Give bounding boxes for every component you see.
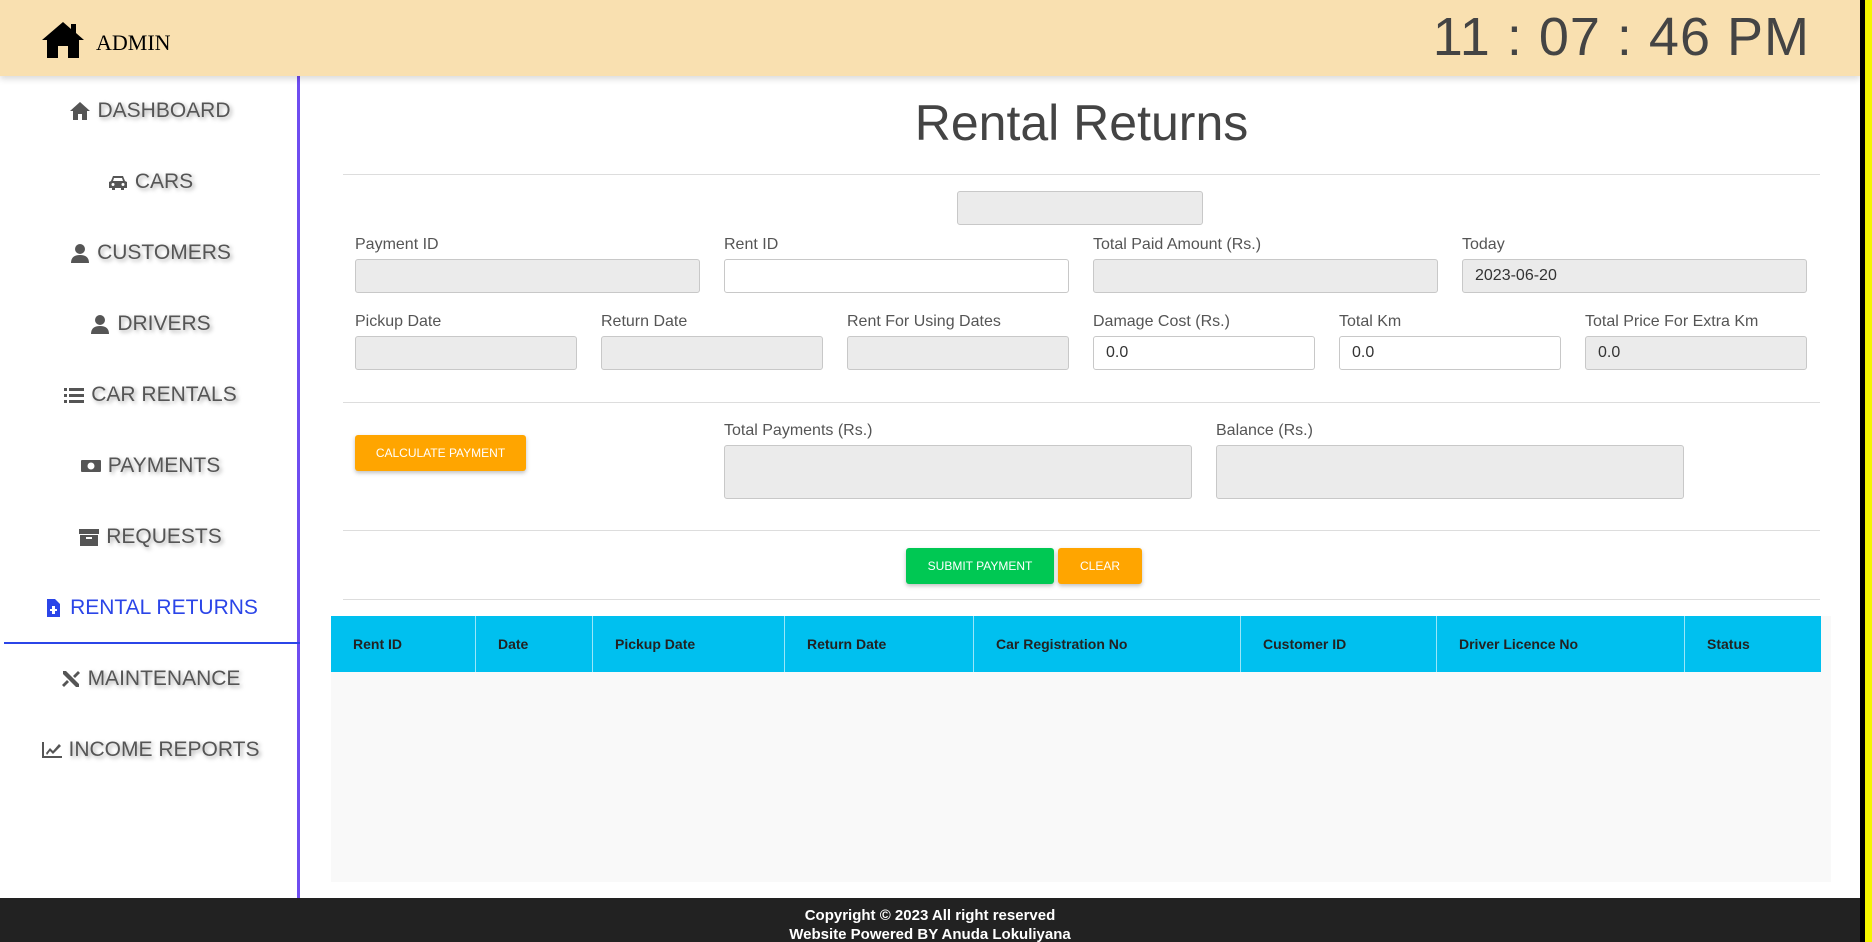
pickup-date-field[interactable] [355,336,577,370]
sidebar-item-label: CUSTOMERS [97,241,231,264]
total-payments-label: Total Payments (Rs.) [724,422,873,439]
total-paid-label: Total Paid Amount (Rs.) [1093,236,1262,253]
column-header-pickup-date[interactable]: Pickup Date [593,616,785,672]
sidebar-item-label: RENTAL RETURNS [70,596,258,619]
return-date-label: Return Date [601,313,688,330]
active-indicator [4,642,300,644]
column-header-car-registration-no[interactable]: Car Registration No [974,616,1241,672]
sidebar-item-car-rentals[interactable]: CAR RENTALS [0,370,300,420]
divider [343,599,1820,600]
rent-id-label: Rent ID [724,236,779,253]
sidebar-item-customers[interactable]: CUSTOMERS [0,228,300,278]
extra-km-price-label: Total Price For Extra Km [1585,313,1759,330]
column-header-date[interactable]: Date [476,616,593,672]
file-invoice-icon [47,599,61,617]
sidebar-item-drivers[interactable]: DRIVERS [0,299,300,349]
sidebar: DASHBOARD CARS CUSTOMERS DRIVERS CAR REN… [0,76,300,898]
returns-table: Rent ID Date Pickup Date Return Date Car… [331,616,1831,882]
sidebar-item-label: REQUESTS [106,525,222,548]
user-icon [91,315,110,334]
balance-field[interactable] [1216,445,1684,499]
damage-cost-label: Damage Cost (Rs.) [1093,313,1230,330]
rent-using-dates-label: Rent For Using Dates [847,313,1001,330]
total-payments-field[interactable] [724,445,1192,499]
payment-id-field[interactable] [355,259,700,293]
total-km-field[interactable] [1339,336,1561,370]
extra-km-price-field[interactable] [1585,336,1807,370]
page-title: Rental Returns [914,95,1249,151]
rent-using-dates-field[interactable] [847,336,1069,370]
top-header: ADMIN 11 : 07 : 46 PM [0,0,1860,76]
balance-label: Balance (Rs.) [1216,422,1313,439]
money-icon [80,460,101,472]
column-header-customer-id[interactable]: Customer ID [1241,616,1437,672]
sidebar-item-rental-returns[interactable]: RENTAL RETURNS [0,583,300,633]
chart-line-icon [41,742,62,758]
damage-cost-field[interactable] [1093,336,1315,370]
submit-payment-button[interactable]: SUBMIT PAYMENT [906,548,1054,584]
sidebar-item-label: INCOME REPORTS [68,738,260,761]
column-header-return-date[interactable]: Return Date [785,616,974,672]
today-field[interactable] [1462,259,1807,293]
pickup-date-label: Pickup Date [355,313,442,330]
sidebar-item-maintenance[interactable]: MAINTENANCE [0,654,300,704]
edge-bar [1860,0,1872,942]
sidebar-item-label: DRIVERS [117,312,211,335]
home-icon [70,102,91,120]
table-header: Rent ID Date Pickup Date Return Date Car… [331,616,1821,672]
sidebar-item-payments[interactable]: PAYMENTS [0,441,300,491]
sidebar-item-label: CARS [134,170,194,193]
sidebar-item-label: PAYMENTS [107,454,221,477]
tools-icon [61,671,80,687]
sidebar-item-dashboard[interactable]: DASHBOARD [0,86,300,136]
list-icon [64,388,85,403]
home-icon [40,20,86,65]
rent-id-field[interactable] [724,259,1069,293]
sidebar-item-cars[interactable]: CARS [0,157,300,207]
footer: Copyright © 2023 All right reserved Webs… [0,898,1860,942]
brand[interactable]: ADMIN [40,20,171,65]
clear-button[interactable]: CLEAR [1058,548,1142,584]
user-icon [71,244,90,263]
divider [343,530,1820,531]
payment-id-label: Payment ID [355,236,439,253]
clock-display: 11 : 07 : 46 PM [1432,7,1810,67]
sidebar-item-label: DASHBOARD [97,99,231,122]
column-header-status[interactable]: Status [1685,616,1821,672]
column-header-driver-licence-no[interactable]: Driver Licence No [1437,616,1685,672]
archive-icon [79,529,100,546]
divider [343,402,1820,403]
main-content: Rental Returns Payment ID Rent ID Total … [303,76,1860,898]
return-date-field[interactable] [601,336,823,370]
today-label: Today [1462,236,1505,253]
calculate-payment-button[interactable]: CALCULATE PAYMENT [355,435,526,471]
divider [343,174,1820,175]
car-icon [108,176,127,190]
column-header-rent-id[interactable]: Rent ID [331,616,476,672]
total-paid-field[interactable] [1093,259,1438,293]
total-km-label: Total Km [1339,313,1402,330]
powered-by-text: Website Powered BY Anuda Lokuliyana [789,926,1071,942]
brand-label: ADMIN [96,29,171,55]
sidebar-item-income-reports[interactable]: INCOME REPORTS [0,725,300,775]
sidebar-item-requests[interactable]: REQUESTS [0,512,300,562]
sidebar-item-label: MAINTENANCE [87,667,241,690]
copyright-text: Copyright © 2023 All right reserved [804,907,1056,924]
sidebar-item-label: CAR RENTALS [91,383,237,406]
search-field[interactable] [957,191,1203,225]
